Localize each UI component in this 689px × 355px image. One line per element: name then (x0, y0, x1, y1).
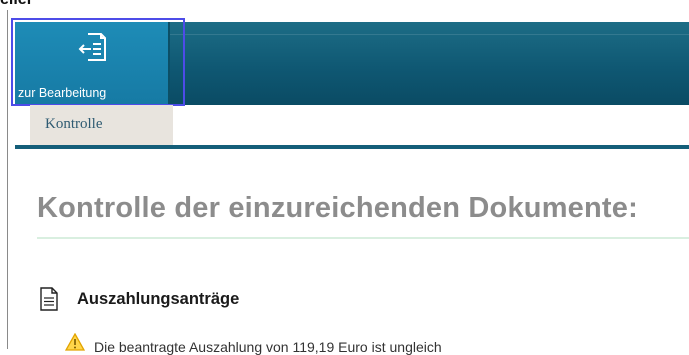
warning-message: Die beantragte Auszahlung von 119,19 Eur… (94, 339, 442, 355)
tab-kontrolle[interactable]: Kontrolle (30, 105, 173, 145)
document-icon (40, 287, 58, 311)
title-divider (37, 237, 689, 239)
page-title: Kontrolle der einzureichenden Dokumente: (37, 192, 638, 224)
tab-bar: Kontrolle (15, 105, 689, 145)
warning-icon (65, 333, 85, 351)
page-header-fragment: eller (0, 0, 33, 9)
back-button-label: zur Bearbeitung (18, 86, 107, 100)
tab-label: Kontrolle (45, 116, 103, 132)
exit-document-icon (78, 33, 106, 61)
back-to-editing-button[interactable]: zur Bearbeitung (15, 22, 170, 105)
section-title: Auszahlungsanträge (77, 290, 240, 308)
window-border (7, 10, 8, 349)
tab-underline (15, 145, 689, 149)
